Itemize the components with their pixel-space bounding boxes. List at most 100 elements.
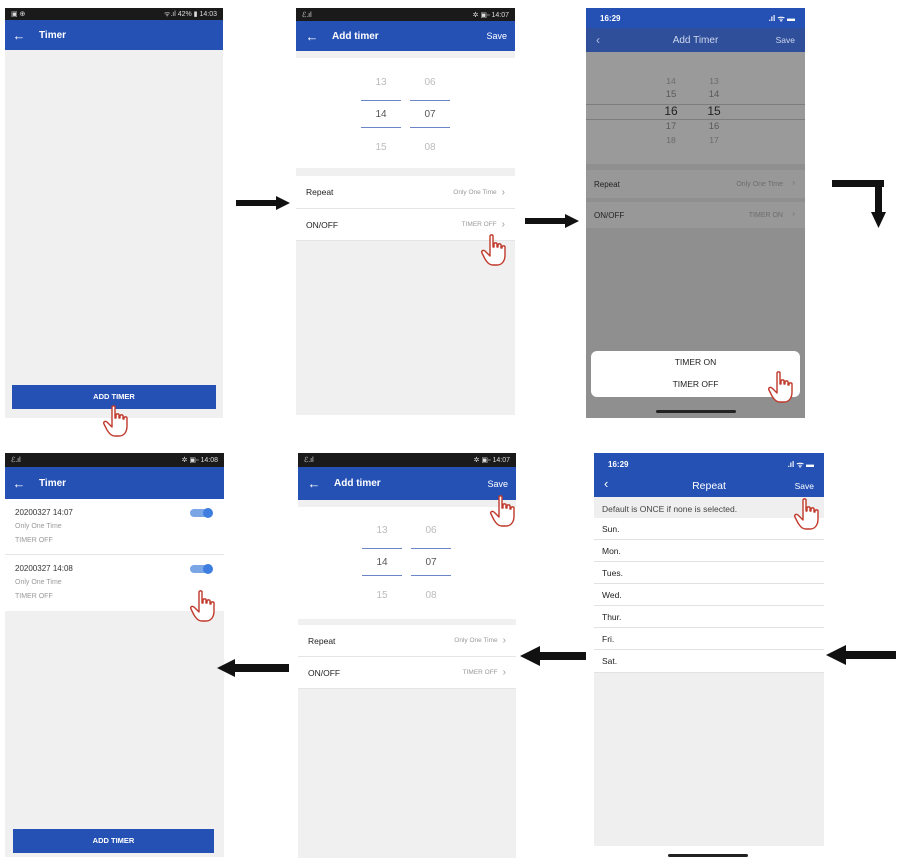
time-picker[interactable]: 14 15 16 17 18 13 14 15 16 17 [586, 52, 805, 164]
app-bar: ← Timer [5, 20, 223, 50]
repeat-row[interactable]: Repeat Only One Time › [296, 176, 515, 209]
hint-text: Default is ONCE if none is selected. [602, 504, 738, 514]
app-bar: ← Timer [5, 467, 224, 499]
divider [410, 100, 450, 101]
timer-state: TIMER OFF [15, 593, 53, 600]
status-bar: 16:29 .ıl ᯤ ▬ [594, 453, 824, 474]
pointer-hand-icon [794, 498, 819, 530]
app-bar: ← Add timer Save [298, 467, 516, 500]
back-arrow-icon[interactable]: ← [11, 476, 27, 491]
status-left: ℰ.ıl [302, 11, 312, 19]
timer-toggle[interactable] [190, 508, 213, 518]
repeat-value: Only One Time [453, 188, 497, 196]
status-right: ✲ ▣▫ 14:07 [472, 11, 509, 19]
status-right: ᯤ.ıl 42% ▮ 14:03 [163, 10, 217, 18]
hour-item: 15 [665, 89, 677, 100]
repeat-row[interactable]: Repeat Only One Time › [298, 625, 516, 657]
day-thur[interactable]: Thur. [594, 606, 824, 628]
repeat-label: Repeat [306, 187, 334, 197]
timer-repeat: Only One Time [15, 523, 62, 530]
repeat-value: Only One Time [736, 181, 783, 188]
hour-column[interactable]: 13 14 15 [362, 507, 402, 619]
page-title: Add timer [334, 478, 381, 489]
divider [362, 575, 402, 576]
save-button[interactable]: Save [486, 31, 507, 41]
status-bar: ℰ.ıl ✲ ▣▫ 14:07 [296, 8, 515, 21]
status-time: 16:29 [600, 14, 621, 23]
timer-state: TIMER OFF [15, 537, 53, 544]
pointer-hand-icon [481, 234, 506, 266]
day-mon[interactable]: Mon. [594, 540, 824, 562]
screen-timer-empty: ▣ ⊕ ᯤ.ıl 42% ▮ 14:03 ← Timer ADD TIMER [5, 8, 223, 418]
status-bar: ℰ.ıl ✲ ▣▫ 14:08 [5, 453, 224, 467]
status-bar: 16:29 .ıl ᯤ ▬ [586, 8, 805, 28]
page-title: Repeat [692, 480, 726, 492]
onoff-row[interactable]: ON/OFF TIMER ON › [586, 202, 805, 228]
save-button[interactable]: Save [487, 479, 508, 489]
day-tues[interactable]: Tues. [594, 562, 824, 584]
timer-datetime: 20200327 14:08 [15, 564, 73, 573]
onoff-label: ON/OFF [306, 219, 339, 230]
status-time: 16:29 [608, 460, 629, 469]
minute-selected: 15 [707, 104, 721, 118]
minute-column[interactable]: 06 07 08 [410, 58, 450, 168]
back-arrow-icon[interactable]: ← [306, 476, 322, 491]
timer-item[interactable]: 20200327 14:07 Only One Time TIMER OFF [5, 499, 224, 555]
sheet-option-timer-on[interactable]: TIMER ON [591, 357, 800, 367]
selection-band [586, 104, 805, 120]
onoff-row[interactable]: ON/OFF TIMER OFF › [298, 657, 516, 689]
day-fri[interactable]: Fri. [594, 628, 824, 650]
minute-column[interactable]: 13 14 15 16 17 [699, 52, 729, 164]
status-icons: .ıl ᯤ ▬ [768, 14, 795, 23]
minute-next: 08 [424, 142, 436, 153]
add-timer-button[interactable]: ADD TIMER [13, 829, 214, 853]
chevron-right-icon: › [501, 186, 505, 198]
home-indicator [656, 410, 736, 413]
timer-repeat: Only One Time [15, 579, 62, 586]
chevron-right-icon: › [502, 635, 506, 646]
day-sat[interactable]: Sat. [594, 650, 824, 673]
chevron-right-icon: › [792, 209, 795, 218]
divider [410, 127, 450, 128]
day-sun[interactable]: Sun. [594, 518, 824, 540]
timer-toggle[interactable] [190, 564, 213, 574]
timer-datetime: 20200327 14:07 [15, 508, 73, 517]
hour-selected: 14 [376, 557, 388, 568]
time-picker[interactable]: 13 14 15 06 07 08 [298, 507, 516, 619]
divider [411, 548, 451, 549]
onoff-value: TIMER OFF [462, 669, 498, 676]
screen-add-timer-ios-sheet: 16:29 .ıl ᯤ ▬ ‹ Add Timer Save 14 15 16 … [586, 8, 805, 418]
minute-column[interactable]: 06 07 08 [411, 507, 451, 619]
screen-add-timer-save: ℰ.ıl ✲ ▣▫ 14:07 ← Add timer Save 13 14 1… [298, 453, 516, 858]
save-button[interactable]: Save [795, 481, 814, 491]
back-arrow-icon[interactable]: ← [11, 28, 27, 43]
hour-prev: 13 [376, 525, 388, 536]
repeat-value: Only One Time [454, 637, 498, 644]
chevron-right-icon: › [502, 667, 506, 678]
chevron-right-icon: › [501, 219, 505, 230]
hour-column[interactable]: 13 14 15 [361, 58, 401, 168]
hour-next: 15 [375, 142, 387, 153]
app-bar: ‹ Repeat Save [594, 474, 824, 497]
onoff-label: ON/OFF [594, 211, 625, 220]
day-wed[interactable]: Wed. [594, 584, 824, 606]
repeat-row[interactable]: Repeat Only One Time › [586, 170, 805, 198]
minute-item: 14 [708, 89, 720, 100]
hour-item: 14 [666, 76, 676, 86]
page-title: Timer [39, 477, 67, 489]
time-picker[interactable]: 13 14 15 06 07 08 [296, 58, 515, 168]
divider [361, 127, 401, 128]
hour-next: 15 [376, 590, 388, 601]
status-icons: .ıl ᯤ ▬ [787, 460, 814, 469]
divider [411, 575, 451, 576]
minute-item: 13 [709, 76, 719, 86]
screen-timer-list: ℰ.ıl ✲ ▣▫ 14:08 ← Timer 20200327 14:07 O… [5, 453, 224, 857]
save-button[interactable]: Save [776, 35, 795, 45]
page-title: Add timer [332, 30, 379, 42]
pointer-hand-icon [190, 590, 215, 622]
left-arrow-icon [826, 645, 896, 665]
hour-item: 18 [666, 135, 676, 145]
screen-repeat: 16:29 .ıl ᯤ ▬ ‹ Repeat Save Default is O… [594, 453, 824, 846]
back-arrow-icon[interactable]: ← [304, 29, 320, 44]
hour-column[interactable]: 14 15 16 17 18 [656, 52, 686, 164]
